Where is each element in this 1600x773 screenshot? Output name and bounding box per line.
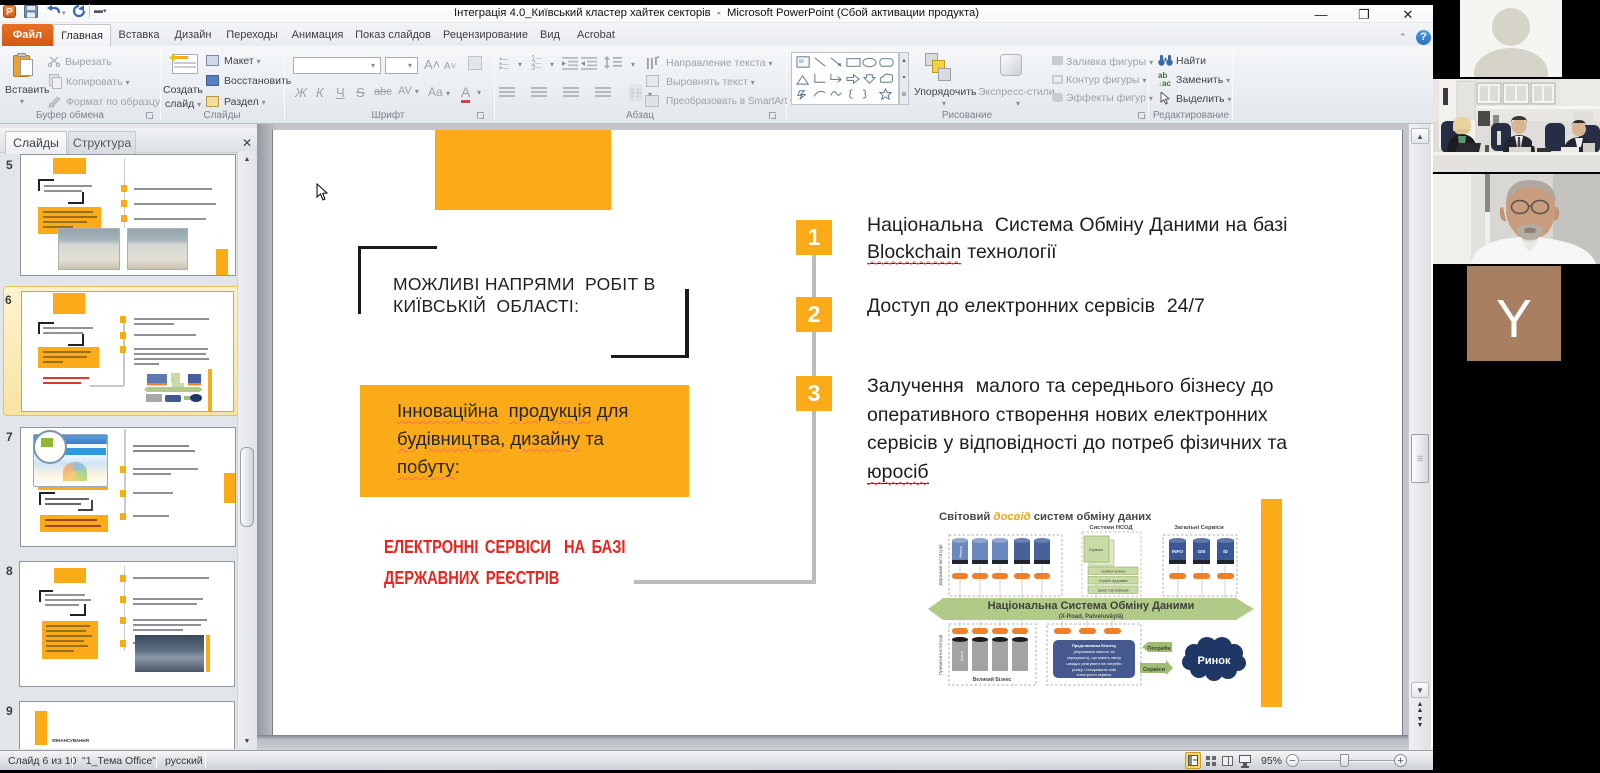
svg-text:Представники Бізнесу: Представники Бізнесу [1072,643,1117,648]
svg-text:(X-Road, Palveluväylä): (X-Road, Palveluväylä) [1059,614,1123,620]
svg-text:Приватні інституції: Приватні інституції [938,634,943,675]
svg-text:Сервісні шлюзи: Сервісні шлюзи [1101,570,1126,574]
svg-text:Банки: Банки [960,651,964,660]
svg-text:ID: ID [1223,549,1228,554]
svg-text:Сервери: Сервери [1089,548,1103,552]
svg-text:INFO: INFO [1172,549,1183,554]
svg-text:Реєстр: Реєстр [959,546,963,558]
svg-text:(переважно малого та: (переважно малого та [1074,649,1116,654]
svg-text:Великий Бізнес: Великий Бізнес [973,676,1012,683]
svg-text:Загальні Сервіси: Загальні Сервіси [1174,525,1224,531]
svg-text:Національна Система Обміну Дан: Національна Система Обміну Даними [988,600,1195,612]
svg-text:Центр Сертифікації: Центр Сертифікації [1098,589,1129,593]
svg-text:середнього), що мають змогу: середнього), що мають змогу [1067,655,1121,660]
svg-text:Ринок: Ринок [1198,655,1231,667]
svg-text:Системи НСОД: Системи НСОД [1089,525,1133,531]
svg-text:GIS: GIS [1198,549,1206,554]
svg-text:Потреби: Потреби [1147,645,1171,652]
svg-text:Державні інституції: Державні інституції [938,544,943,586]
svg-text:Служба підтримки: Служба підтримки [1099,579,1128,583]
svg-text:Світовий досвід систем обміну: Світовий досвід систем обміну даних [939,511,1152,523]
svg-text:електронні сервіси: електронні сервіси [1077,672,1112,677]
svg-text:Сервіси: Сервіси [1143,667,1166,673]
svg-text:швидко реагувати на потреби: швидко реагувати на потреби [1066,661,1121,666]
